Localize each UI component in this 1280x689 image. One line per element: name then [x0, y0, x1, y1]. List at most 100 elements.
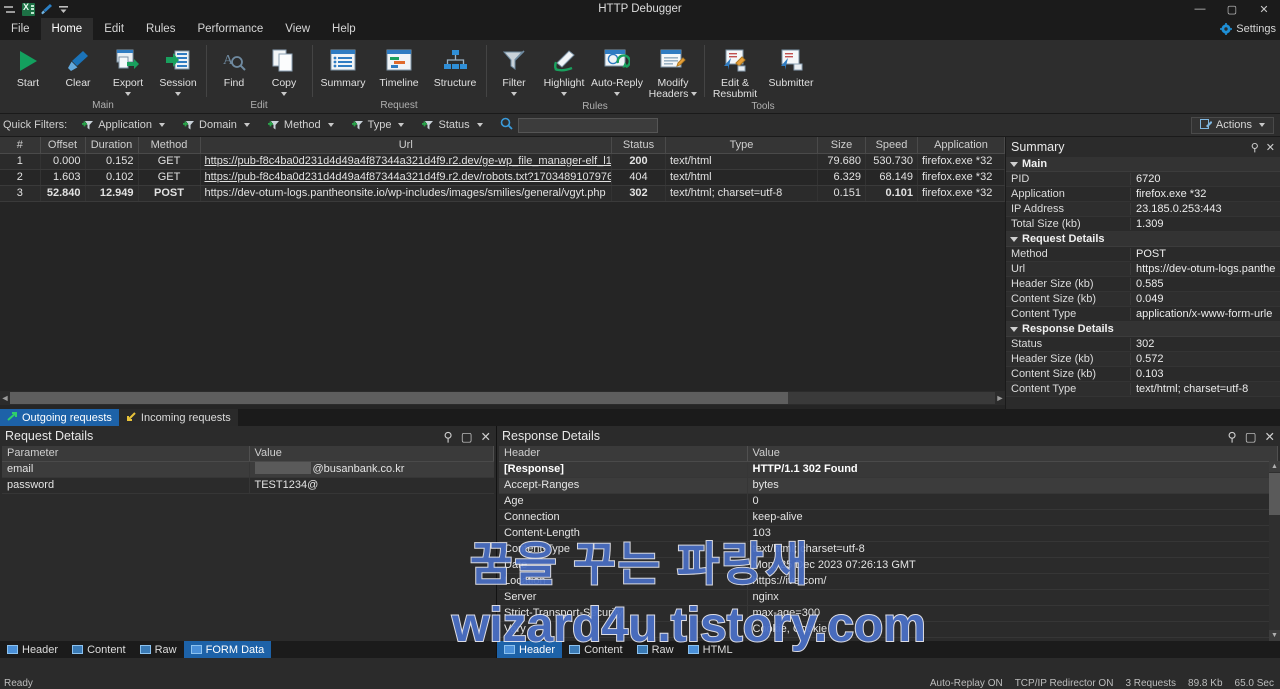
tab-response-raw[interactable]: Raw — [630, 641, 681, 658]
chevron-down-icon[interactable] — [328, 123, 334, 127]
menu-item-help[interactable]: Help — [321, 18, 367, 40]
restore-icon[interactable] — [4, 3, 17, 16]
table-row[interactable]: 3 52.840 12.949 POST https://dev-otum-lo… — [0, 185, 1005, 201]
chevron-down-icon[interactable] — [691, 92, 697, 96]
quick-filter-type[interactable]: Type — [343, 119, 414, 131]
table-row[interactable]: 2 1.603 0.102 GET https://pub-f8c4ba0d23… — [0, 169, 1005, 185]
scroll-left-icon[interactable]: ◄ — [0, 393, 10, 403]
table-row[interactable]: Content-Length 103 — [499, 525, 1278, 541]
chevron-down-icon[interactable] — [614, 92, 620, 96]
expander-icon[interactable] — [1010, 237, 1018, 242]
maximize-icon[interactable]: ▢ — [461, 429, 473, 444]
menu-item-rules[interactable]: Rules — [135, 18, 186, 40]
close-icon[interactable]: ✕ — [481, 429, 491, 444]
requests-grid[interactable]: # Offset Duration Method Url Status Type… — [0, 137, 1005, 409]
scroll-down-icon[interactable]: ▼ — [1269, 630, 1280, 641]
col-parameter[interactable]: Parameter — [2, 446, 249, 461]
table-row[interactable]: Location https://ive.com/ — [499, 573, 1278, 589]
chevron-down-icon[interactable] — [125, 92, 131, 96]
expander-icon[interactable] — [1010, 162, 1018, 167]
excel-icon[interactable] — [22, 3, 35, 16]
search-input[interactable] — [518, 118, 658, 133]
actions-button[interactable]: Actions — [1191, 117, 1274, 134]
summary-section-response-details[interactable]: Response Details — [1006, 322, 1280, 337]
start-button[interactable]: Start — [3, 42, 53, 89]
maximize-button[interactable]: ▢ — [1216, 0, 1248, 18]
table-row[interactable]: 1 0.000 0.152 GET https://pub-f8c4ba0d23… — [0, 153, 1005, 169]
quick-filter-application[interactable]: Application — [73, 119, 174, 131]
col-type[interactable]: Type — [666, 137, 818, 153]
tab-request-form-data[interactable]: FORM Data — [184, 641, 272, 658]
chevron-down-icon[interactable] — [281, 92, 287, 96]
cell-url[interactable]: https://pub-f8c4ba0d231d4d49a4f87344a321… — [200, 153, 612, 169]
chevron-down-icon[interactable] — [561, 92, 567, 96]
chevron-down-icon[interactable] — [398, 123, 404, 127]
chevron-down-icon[interactable] — [244, 123, 250, 127]
menu-item-file[interactable]: File — [0, 18, 41, 40]
export-button[interactable]: Export — [103, 42, 153, 96]
tab-request-raw[interactable]: Raw — [133, 641, 184, 658]
col-header[interactable]: Header — [499, 446, 747, 461]
table-row[interactable]: Strict-Transport-Security max-age=300 — [499, 605, 1278, 621]
col-value[interactable]: Value — [249, 446, 494, 461]
col-value[interactable]: Value — [747, 446, 1278, 461]
tab-incoming-requests[interactable]: Incoming requests — [119, 409, 238, 426]
minimize-button[interactable]: — — [1184, 0, 1216, 18]
table-row[interactable]: password TEST1234@ — [2, 477, 494, 493]
quick-filter-method[interactable]: Method — [259, 119, 343, 131]
clear-button[interactable]: Clear — [53, 42, 103, 89]
table-row[interactable]: Server nginx — [499, 589, 1278, 605]
pin-icon[interactable]: ⚲ — [1228, 429, 1237, 444]
more-icon[interactable] — [58, 4, 69, 15]
col-speed[interactable]: Speed — [866, 137, 918, 153]
tab-response-header[interactable]: Header — [497, 641, 562, 658]
menu-item-edit[interactable]: Edit — [93, 18, 135, 40]
chevron-down-icon[interactable] — [159, 123, 165, 127]
close-button[interactable]: ✕ — [1248, 0, 1280, 18]
col-application[interactable]: Application — [918, 137, 1005, 153]
cell-url[interactable]: https://pub-f8c4ba0d231d4d49a4f87344a321… — [200, 169, 612, 185]
table-row[interactable]: email @busanbank.co.kr — [2, 461, 494, 477]
copy-button[interactable]: Copy — [259, 42, 309, 96]
col-duration[interactable]: Duration — [85, 137, 138, 153]
timeline-button[interactable]: Timeline — [371, 42, 427, 89]
cell-url[interactable]: https://dev-otum-logs.pantheonsite.io/wp… — [200, 185, 612, 201]
tab-response-content[interactable]: Content — [562, 641, 630, 658]
menu-item-view[interactable]: View — [274, 18, 321, 40]
tab-response-html[interactable]: HTML — [681, 641, 740, 658]
session-button[interactable]: Session — [153, 42, 203, 96]
submitter-button[interactable]: Submitter — [763, 42, 819, 89]
chevron-down-icon[interactable] — [175, 92, 181, 96]
close-icon[interactable]: ✕ — [1266, 141, 1275, 154]
table-row[interactable]: Vary Cookie, Cookie — [499, 621, 1278, 637]
edit-resubmit-button[interactable]: Edit & Resubmit — [707, 42, 763, 100]
table-row[interactable]: [Response] HTTP/1.1 302 Found — [499, 461, 1278, 477]
auto-reply-button[interactable]: Auto-Reply — [589, 42, 645, 96]
settings-button[interactable]: Settings — [1220, 18, 1280, 40]
table-row[interactable]: Age 0 — [499, 493, 1278, 509]
summary-section-main[interactable]: Main — [1006, 157, 1280, 172]
highlight-button[interactable]: Highlight — [539, 42, 589, 96]
modify-headers-button[interactable]: Modify Headers — [645, 42, 701, 100]
pin-icon[interactable]: ⚲ — [1251, 141, 1259, 154]
scroll-thumb[interactable] — [10, 392, 788, 404]
col-size[interactable]: Size — [818, 137, 866, 153]
scroll-track[interactable] — [10, 392, 995, 404]
tab-request-content[interactable]: Content — [65, 641, 133, 658]
scroll-thumb[interactable] — [1269, 473, 1280, 515]
filter-button[interactable]: Filter — [489, 42, 539, 96]
search-icon[interactable] — [500, 117, 513, 133]
table-row[interactable]: Accept-Ranges bytes — [499, 477, 1278, 493]
find-button[interactable]: A Find — [209, 42, 259, 89]
col-url[interactable]: Url — [200, 137, 612, 153]
grid-horizontal-scrollbar[interactable]: ◄ ► — [0, 391, 1005, 405]
pin-icon[interactable]: ⚲ — [444, 429, 453, 444]
summary-button[interactable]: Summary — [315, 42, 371, 89]
menu-item-home[interactable]: Home — [41, 18, 94, 40]
brush-icon[interactable] — [40, 3, 53, 16]
menu-item-performance[interactable]: Performance — [186, 18, 274, 40]
col-status[interactable]: Status — [612, 137, 666, 153]
scroll-right-icon[interactable]: ► — [995, 393, 1005, 403]
col-method[interactable]: Method — [138, 137, 200, 153]
table-row[interactable]: Date Mon, 25 Dec 2023 07:26:13 GMT — [499, 557, 1278, 573]
